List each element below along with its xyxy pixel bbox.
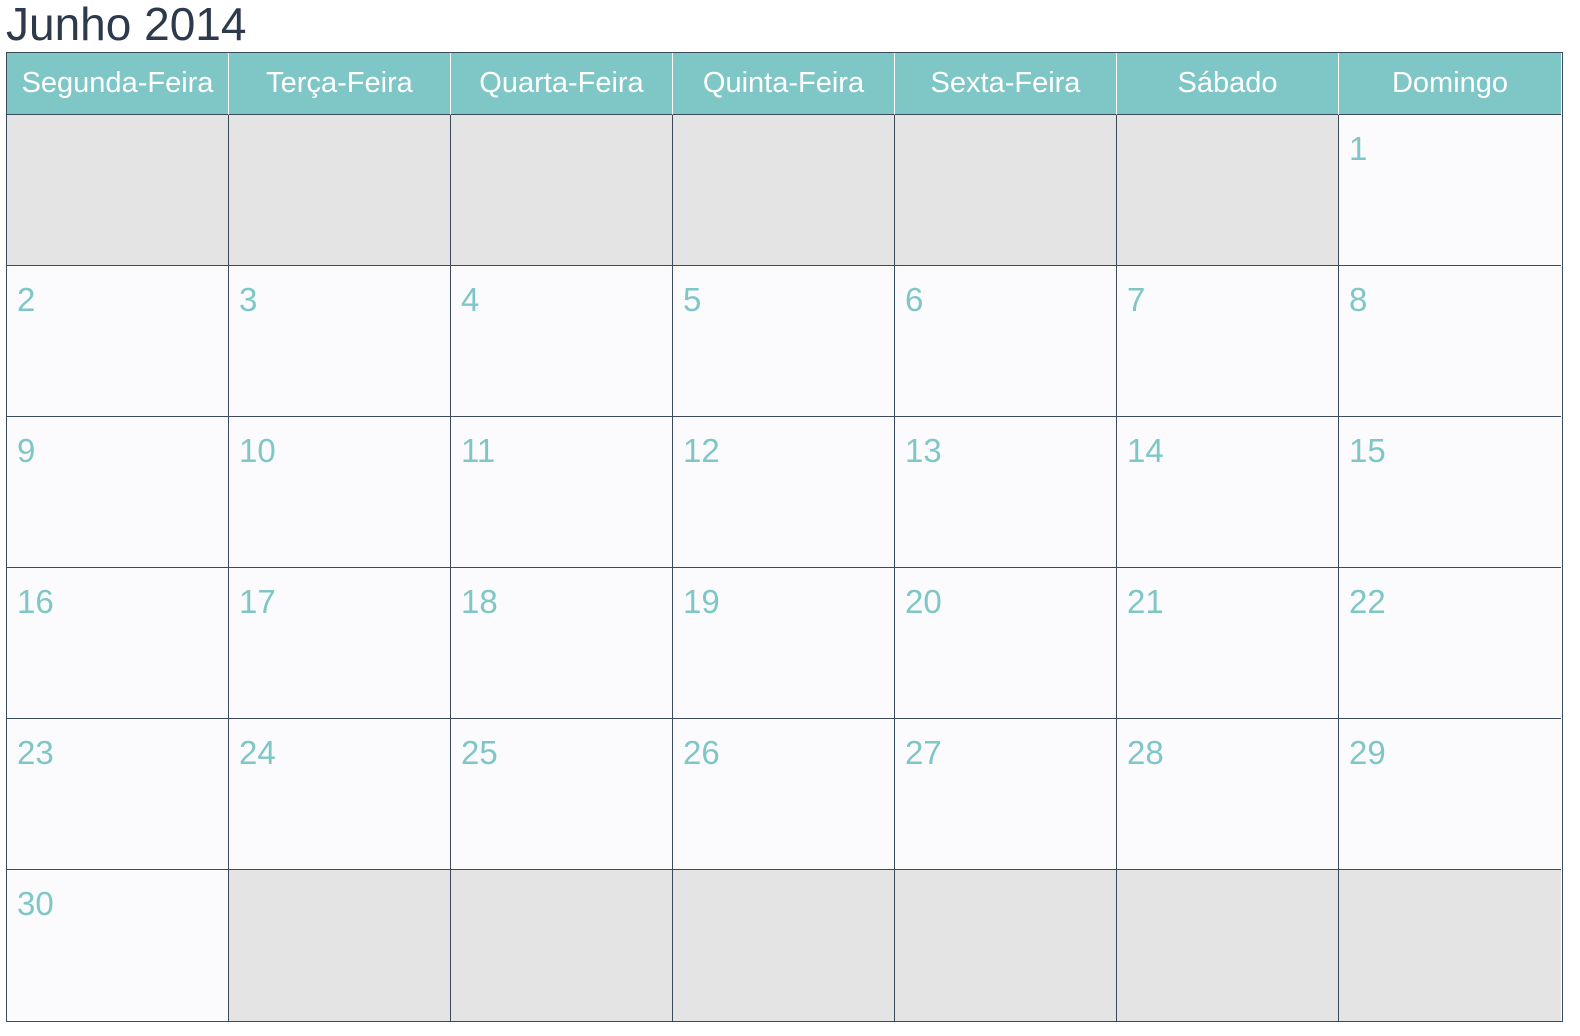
day-cell: 19: [673, 568, 895, 719]
day-cell: 4: [451, 266, 673, 417]
day-number: 20: [905, 583, 942, 620]
day-number: 2: [17, 281, 36, 318]
day-cell: 16: [7, 568, 229, 719]
day-cell: 30: [7, 870, 229, 1021]
day-number: 15: [1349, 432, 1386, 469]
day-cell: 5: [673, 266, 895, 417]
day-cell: 17: [229, 568, 451, 719]
day-cell: 1: [1339, 115, 1561, 266]
weekday-header-sabado: Sábado: [1117, 53, 1339, 115]
day-cell: 10: [229, 417, 451, 568]
day-number: 9: [17, 432, 36, 469]
day-number: 11: [461, 432, 496, 469]
empty-day-cell: [1117, 870, 1339, 1021]
day-number: 17: [239, 583, 276, 620]
day-number: 16: [17, 583, 54, 620]
day-cell: 25: [451, 719, 673, 870]
day-number: 3: [239, 281, 258, 318]
day-number: 27: [905, 734, 942, 771]
day-cell: 26: [673, 719, 895, 870]
day-cell: 24: [229, 719, 451, 870]
day-number: 29: [1349, 734, 1386, 771]
day-cell: 28: [1117, 719, 1339, 870]
day-number: 23: [17, 734, 54, 771]
day-cell: 27: [895, 719, 1117, 870]
day-number: 6: [905, 281, 924, 318]
weekday-header-quinta-feira: Quinta-Feira: [673, 53, 895, 115]
day-cell: 11: [451, 417, 673, 568]
empty-day-cell: [1339, 870, 1561, 1021]
day-number: 10: [239, 432, 276, 469]
page-title: Junho 2014: [6, 0, 247, 50]
day-number: 14: [1127, 432, 1164, 469]
empty-day-cell: [229, 115, 451, 266]
day-cell: 6: [895, 266, 1117, 417]
weekday-header-domingo: Domingo: [1339, 53, 1561, 115]
empty-day-cell: [673, 870, 895, 1021]
day-cell: 2: [7, 266, 229, 417]
day-number: 30: [17, 885, 54, 922]
day-number: 26: [683, 734, 720, 771]
day-number: 25: [461, 734, 498, 771]
day-number: 19: [683, 583, 720, 620]
day-cell: 8: [1339, 266, 1561, 417]
day-cell: 23: [7, 719, 229, 870]
day-cell: 21: [1117, 568, 1339, 719]
empty-day-cell: [7, 115, 229, 266]
empty-day-cell: [1117, 115, 1339, 266]
day-cell: 12: [673, 417, 895, 568]
day-number: 12: [683, 432, 720, 469]
day-number: 28: [1127, 734, 1164, 771]
weekday-header-sexta-feira: Sexta-Feira: [895, 53, 1117, 115]
day-number: 4: [461, 281, 480, 318]
weekday-header-segunda-feira: Segunda-Feira: [7, 53, 229, 115]
day-cell: 18: [451, 568, 673, 719]
day-number: 18: [461, 583, 498, 620]
day-cell: 29: [1339, 719, 1561, 870]
day-number: 24: [239, 734, 276, 771]
day-cell: 20: [895, 568, 1117, 719]
day-number: 21: [1127, 583, 1164, 620]
empty-day-cell: [451, 115, 673, 266]
day-cell: 22: [1339, 568, 1561, 719]
day-cell: 13: [895, 417, 1117, 568]
day-cell: 9: [7, 417, 229, 568]
empty-day-cell: [895, 115, 1117, 266]
day-number: 7: [1127, 281, 1146, 318]
day-number: 1: [1349, 130, 1368, 167]
day-number: 13: [905, 432, 942, 469]
day-number: 22: [1349, 583, 1386, 620]
day-number: 8: [1349, 281, 1368, 318]
weekday-header-quarta-feira: Quarta-Feira: [451, 53, 673, 115]
day-cell: 15: [1339, 417, 1561, 568]
empty-day-cell: [451, 870, 673, 1021]
day-cell: 7: [1117, 266, 1339, 417]
empty-day-cell: [229, 870, 451, 1021]
empty-day-cell: [673, 115, 895, 266]
calendar-grid: Segunda-Feira Terça-Feira Quarta-Feira Quin…: [6, 52, 1563, 1022]
day-cell: 3: [229, 266, 451, 417]
day-number: 5: [683, 281, 702, 318]
empty-day-cell: [895, 870, 1117, 1021]
day-cell: 14: [1117, 417, 1339, 568]
weekday-header-terca-feira: Terça-Feira: [229, 53, 451, 115]
